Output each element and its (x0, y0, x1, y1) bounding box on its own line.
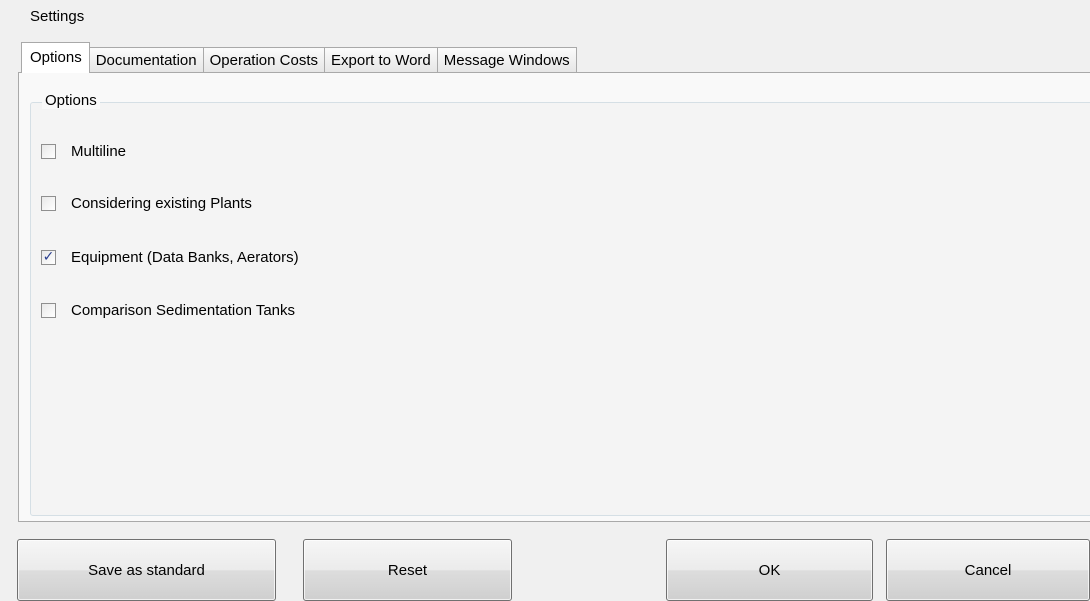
ok-button[interactable]: OK (666, 539, 873, 601)
save-as-standard-button[interactable]: Save as standard (17, 539, 276, 601)
equipment-option[interactable]: ✓ Equipment (Data Banks, Aerators) (41, 247, 299, 267)
multiline-option[interactable]: Multiline (41, 141, 126, 161)
considering-existing-plants-label[interactable]: Considering existing Plants (71, 195, 252, 212)
multiline-label[interactable]: Multiline (71, 143, 126, 160)
options-tab-panel: Options Multiline Considering existing P… (18, 72, 1090, 522)
considering-existing-plants-checkbox[interactable] (41, 195, 56, 211)
options-groupbox: Options Multiline Considering existing P… (30, 92, 1090, 516)
options-group-legend: Options (42, 92, 100, 109)
comparison-sedimentation-tanks-label[interactable]: Comparison Sedimentation Tanks (71, 302, 295, 319)
cancel-button[interactable]: Cancel (886, 539, 1090, 601)
tab-strip: Options Documentation Operation Costs Ex… (21, 42, 577, 73)
multiline-checkbox[interactable] (41, 143, 56, 159)
comparison-sedimentation-tanks-checkbox[interactable] (41, 302, 56, 318)
reset-button[interactable]: Reset (303, 539, 512, 601)
equipment-checkbox[interactable]: ✓ (41, 248, 56, 265)
tab-documentation[interactable]: Documentation (88, 47, 204, 73)
considering-existing-plants-option[interactable]: Considering existing Plants (41, 193, 252, 213)
tab-export-to-word[interactable]: Export to Word (324, 47, 438, 73)
tab-options[interactable]: Options (21, 42, 90, 73)
tab-operation-costs[interactable]: Operation Costs (202, 47, 325, 73)
comparison-sedimentation-tanks-option[interactable]: Comparison Sedimentation Tanks (41, 300, 295, 320)
equipment-label[interactable]: Equipment (Data Banks, Aerators) (71, 249, 299, 266)
check-mark-icon: ✓ (42, 248, 55, 265)
window-title: Settings (30, 8, 85, 25)
tab-message-windows[interactable]: Message Windows (436, 47, 577, 73)
